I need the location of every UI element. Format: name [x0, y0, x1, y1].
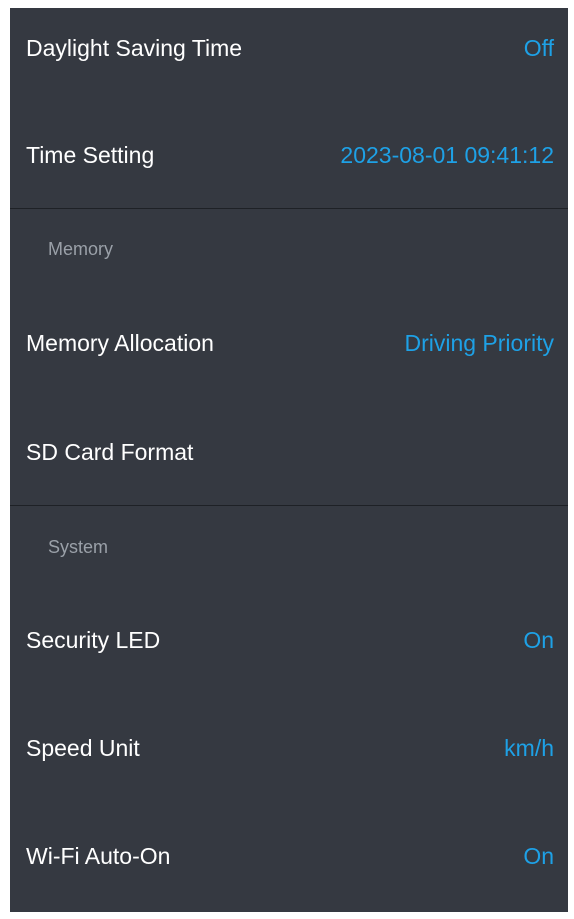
- setting-row-sd-card-format[interactable]: SD Card Format: [10, 409, 568, 495]
- setting-row-security-led[interactable]: Security LED On: [10, 597, 568, 683]
- setting-value: km/h: [504, 734, 554, 761]
- setting-label: Time Setting: [26, 141, 155, 168]
- setting-value: On: [523, 626, 554, 653]
- setting-row-speed-unit[interactable]: Speed Unit km/h: [10, 705, 568, 791]
- setting-value: Driving Priority: [404, 329, 554, 356]
- setting-label: Speed Unit: [26, 734, 140, 761]
- setting-value: Off: [523, 34, 554, 61]
- setting-label: Security LED: [26, 626, 161, 653]
- setting-row-memory-allocation[interactable]: Memory Allocation Driving Priority: [10, 300, 568, 386]
- setting-row-daylight-saving-time[interactable]: Daylight Saving Time Off: [10, 8, 568, 88]
- setting-value: 2023-08-01 09:41:12: [340, 141, 554, 168]
- setting-label: Wi-Fi Auto-On: [26, 842, 171, 869]
- setting-label: Memory Allocation: [26, 329, 214, 356]
- section-divider: [10, 208, 568, 209]
- setting-label: SD Card Format: [26, 438, 194, 465]
- section-header-memory: Memory: [48, 239, 114, 259]
- setting-row-wifi-auto-on[interactable]: Wi-Fi Auto-On On: [10, 813, 568, 899]
- section-header-system: System: [48, 537, 109, 557]
- settings-screen: Daylight Saving Time Off Time Setting 20…: [10, 8, 568, 912]
- setting-label: Daylight Saving Time: [26, 34, 243, 61]
- setting-value: On: [523, 842, 554, 869]
- section-divider: [10, 505, 568, 506]
- setting-row-time-setting[interactable]: Time Setting 2023-08-01 09:41:12: [10, 112, 568, 198]
